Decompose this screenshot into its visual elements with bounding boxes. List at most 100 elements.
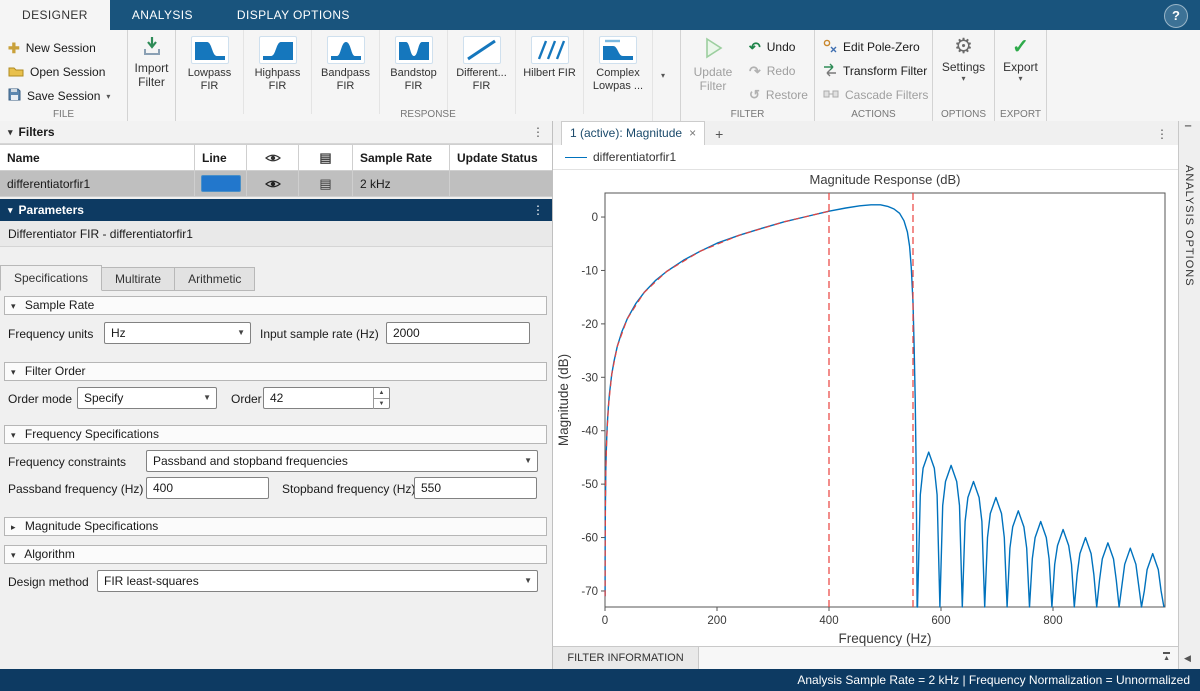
frequency-constraints-select[interactable]: Passband and stopband frequencies ▼	[146, 450, 538, 472]
add-plot-tab-button[interactable]: +	[715, 123, 723, 145]
collapse-triangle-icon: ▾	[11, 430, 16, 440]
tab-arithmetic[interactable]: Arithmetic	[175, 267, 255, 291]
response-lowpass-fir[interactable]: Lowpass FIR	[176, 30, 244, 114]
filters-table: Name Line ▤ Sample Rate Update Status di…	[0, 144, 552, 197]
edit-pole-zero-label: Edit Pole-Zero	[843, 40, 920, 54]
update-filter-icon	[701, 49, 725, 63]
stopband-frequency-field[interactable]: 550	[414, 477, 537, 499]
list-icon: ▤	[319, 176, 331, 192]
expand-triangle-icon: ▸	[11, 522, 16, 532]
tab-specifications[interactable]: Specifications	[0, 265, 102, 291]
collapse-left-icon[interactable]: ◀	[1184, 653, 1191, 664]
response-hilbert-fir[interactable]: Hilbert FIR	[516, 30, 584, 114]
svg-text:-60: -60	[581, 533, 598, 545]
filter-information-tab[interactable]: FILTER INFORMATION	[553, 647, 699, 669]
ribbon-section-import: Import Filter	[128, 30, 176, 121]
tab-display-options[interactable]: DISPLAY OPTIONS	[215, 0, 372, 30]
checkmark-icon: ✓	[1012, 36, 1029, 58]
bandstop-icon	[395, 36, 433, 64]
passband-frequency-field[interactable]: 400	[146, 477, 269, 499]
section-title: Frequency Specifications	[25, 427, 159, 441]
response-complex-lowpass[interactable]: Complex Lowpas ...	[584, 30, 652, 114]
help-button[interactable]: ?	[1164, 4, 1188, 28]
edit-pole-zero-button[interactable]: Edit Pole-Zero	[823, 36, 920, 58]
legend-label: differentiatorfir1	[593, 150, 676, 164]
response-differentiator-fir[interactable]: Different... FIR	[448, 30, 516, 114]
tab-analysis[interactable]: ANALYSIS	[110, 0, 215, 30]
filters-panel-header[interactable]: ▾ Filters ⋮	[0, 121, 552, 144]
response-bandstop-fir[interactable]: Bandstop FIR	[380, 30, 448, 114]
close-icon[interactable]: ×	[689, 122, 696, 145]
filters-table-header: Name Line ▤ Sample Rate Update Status	[0, 145, 552, 171]
visibility-cell[interactable]	[247, 171, 299, 196]
line-color-swatch[interactable]	[201, 175, 241, 192]
update-filter-label-1: Update	[685, 65, 741, 79]
response-label: Complex	[596, 67, 639, 80]
section-magnitude-specifications[interactable]: ▸ Magnitude Specifications	[4, 517, 547, 536]
save-session-caret-icon: ▾	[106, 92, 110, 101]
frequency-units-select[interactable]: Hz ▼	[104, 322, 251, 344]
parameters-subtitle: Differentiator FIR - differentiatorfir1	[0, 221, 552, 247]
parameters-menu-icon[interactable]: ⋮	[532, 203, 544, 217]
cascade-filters-button[interactable]: Cascade Filters	[823, 84, 928, 106]
order-mode-select[interactable]: Specify ▼	[77, 387, 217, 409]
settings-button[interactable]: ⚙ Settings ▾	[933, 36, 994, 83]
chevron-down-icon: ▼	[524, 451, 532, 471]
section-algorithm[interactable]: ▾ Algorithm	[4, 545, 547, 564]
open-folder-icon	[8, 65, 24, 80]
filters-menu-icon[interactable]: ⋮	[532, 125, 544, 139]
open-session-button[interactable]: Open Session	[8, 62, 105, 82]
plot-tab-magnitude[interactable]: 1 (active): Magnitude ×	[561, 121, 705, 145]
section-frequency-specifications[interactable]: ▾ Frequency Specifications	[4, 425, 547, 444]
parameters-tabs: Specifications Multirate Arithmetic	[0, 266, 255, 291]
response-bandpass-fir[interactable]: Bandpass FIR	[312, 30, 380, 114]
export-button[interactable]: ✓ Export ▾	[995, 36, 1046, 83]
svg-text:600: 600	[931, 615, 950, 627]
stepper-down-icon[interactable]: ▼	[373, 398, 389, 409]
magnitude-response-chart: 02004006008000-10-20-30-40-50-60-70Magni…	[553, 169, 1179, 646]
update-filter-button[interactable]: Update Filter	[685, 36, 741, 93]
svg-text:-40: -40	[581, 426, 598, 438]
sample-rate-cell: 2 kHz	[353, 171, 450, 196]
response-highpass-fir[interactable]: Highpass FIR	[244, 30, 312, 114]
design-method-select[interactable]: FIR least-squares ▼	[97, 570, 538, 592]
ribbon: ✚ New Session Open Session Save Session …	[0, 30, 1200, 122]
section-sample-rate[interactable]: ▾ Sample Rate	[4, 296, 547, 315]
response-gallery-expand-button[interactable]: ▾	[652, 30, 673, 121]
dock-icon[interactable]: ▔	[1185, 126, 1191, 135]
save-session-button[interactable]: Save Session ▾	[8, 86, 110, 106]
input-sample-rate-field[interactable]: 2000	[386, 322, 530, 344]
section-filter-order[interactable]: ▾ Filter Order	[4, 362, 547, 381]
toolstrip-tab-bar: DESIGNER ANALYSIS DISPLAY OPTIONS	[0, 0, 1200, 30]
order-stepper[interactable]: 42 ▲ ▼	[263, 387, 390, 409]
col-info: ▤	[299, 145, 353, 170]
response-label: Lowpass	[188, 67, 231, 80]
plot-tab-label: 1 (active): Magnitude	[570, 122, 682, 145]
stepper-up-icon[interactable]: ▲	[373, 388, 389, 398]
export-caret-icon: ▾	[995, 74, 1046, 83]
tab-designer[interactable]: DESIGNER	[0, 0, 110, 30]
parameters-panel-header[interactable]: ▾ Parameters ⋮	[0, 199, 552, 221]
line-color-cell[interactable]	[195, 171, 247, 196]
file-section-label: FILE	[0, 109, 127, 120]
import-filter-button[interactable]: Import Filter	[128, 36, 175, 89]
transform-filter-button[interactable]: Transform Filter	[823, 60, 927, 82]
undo-button[interactable]: ↶ Undo	[749, 36, 795, 58]
list-icon: ▤	[319, 150, 331, 166]
analysis-options-label: ANALYSIS OPTIONS	[1183, 165, 1195, 287]
tab-multirate[interactable]: Multirate	[102, 267, 175, 291]
analysis-options-panel[interactable]: ▔ ANALYSIS OPTIONS ◀	[1178, 121, 1200, 669]
eye-icon	[265, 152, 281, 164]
ribbon-section-actions: Edit Pole-Zero Transform Filter Cascade …	[815, 30, 933, 121]
stopband-frequency-label: Stopband frequency (Hz)	[282, 481, 415, 497]
redo-button[interactable]: ↷ Redo	[749, 60, 795, 82]
restore-button[interactable]: ↺ Restore	[749, 84, 808, 106]
frequency-constraints-value: Passband and stopband frequencies	[153, 454, 348, 468]
info-cell[interactable]: ▤	[299, 171, 353, 196]
new-session-button[interactable]: ✚ New Session	[8, 38, 96, 58]
plot-tabs-menu-icon[interactable]: ⋮	[1156, 123, 1168, 145]
filter-row-differentiatorfir1[interactable]: differentiatorfir1 ▤ 2 kHz	[0, 171, 552, 197]
cascade-filters-icon	[823, 88, 839, 103]
expand-panel-icon[interactable]: ▲	[1163, 652, 1170, 663]
chevron-down-icon: ▼	[203, 388, 211, 408]
